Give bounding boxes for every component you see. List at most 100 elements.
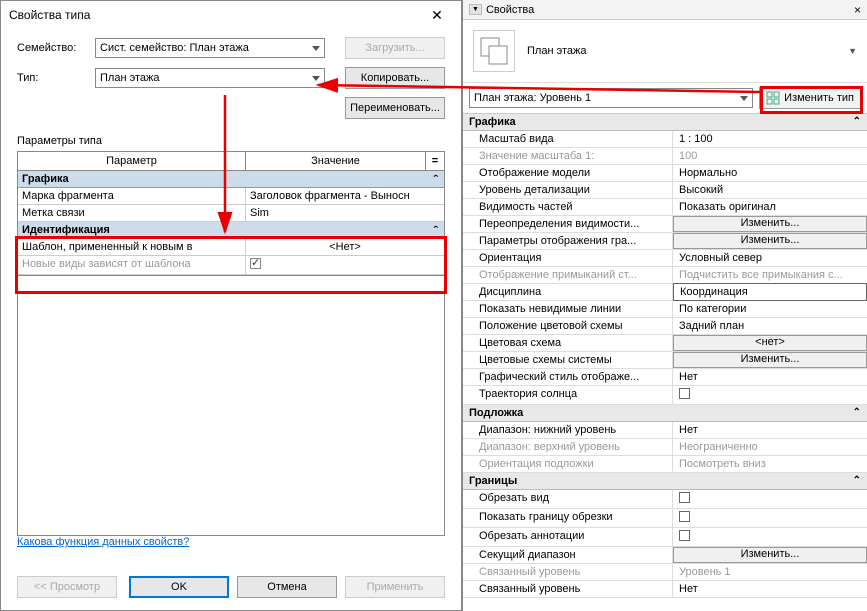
prop-row[interactable]: Связанный уровеньУровень 1 xyxy=(463,564,867,581)
prop-value[interactable]: Нет xyxy=(673,581,867,597)
prop-row[interactable]: ДисциплинаКоординация xyxy=(463,284,867,301)
param-value[interactable] xyxy=(246,256,444,274)
prop-value[interactable]: Нет xyxy=(673,422,867,438)
prop-value[interactable]: Координация xyxy=(673,283,867,301)
prop-value[interactable]: Условный север xyxy=(673,250,867,266)
prop-row[interactable]: Цветовая схема<нет> xyxy=(463,335,867,352)
prop-label: Обрезать аннотации xyxy=(463,528,673,546)
prop-value[interactable]: Уровень 1 xyxy=(673,564,867,580)
prop-label: Графический стиль отображе... xyxy=(463,369,673,385)
prop-value[interactable] xyxy=(673,490,867,508)
prop-value[interactable] xyxy=(673,509,867,527)
edit-type-button[interactable]: Изменить тип xyxy=(759,87,861,109)
param-group-header[interactable]: Идентификация xyxy=(18,222,444,239)
prop-group-header[interactable]: Границы xyxy=(463,473,867,490)
edit-button[interactable]: <нет> xyxy=(673,335,867,351)
type-selector[interactable]: План этажа ▼ xyxy=(463,20,867,83)
prop-row[interactable]: Диапазон: нижний уровеньНет xyxy=(463,422,867,439)
ok-button[interactable]: OK xyxy=(129,576,229,598)
dialog-title-text: Свойства типа xyxy=(9,8,90,22)
param-value[interactable]: <Нет> xyxy=(246,239,444,255)
col-eq[interactable]: = xyxy=(426,152,444,170)
prop-value[interactable]: Нет xyxy=(673,369,867,385)
prop-value[interactable]: Изменить... xyxy=(673,216,867,232)
prop-value[interactable]: Изменить... xyxy=(673,352,867,368)
prop-value[interactable]: Изменить... xyxy=(673,233,867,249)
prop-row[interactable]: Обрезать аннотации xyxy=(463,528,867,547)
prop-row[interactable]: Значение масштаба 1:100 xyxy=(463,148,867,165)
prop-row[interactable]: Обрезать вид xyxy=(463,490,867,509)
prop-group-header[interactable]: Графика xyxy=(463,114,867,131)
prop-value[interactable]: Неограниченно xyxy=(673,439,867,455)
param-group-header[interactable]: Графика xyxy=(18,171,444,188)
prop-value[interactable] xyxy=(673,528,867,546)
param-row[interactable]: Метка связиSim xyxy=(18,205,444,222)
prop-row[interactable]: Показать границу обрезки xyxy=(463,509,867,528)
edit-button[interactable]: Изменить... xyxy=(673,216,867,232)
checkbox[interactable] xyxy=(250,258,261,269)
prop-value[interactable]: Высокий xyxy=(673,182,867,198)
prop-value[interactable]: По категории xyxy=(673,301,867,317)
prop-row[interactable]: Переопределения видимости...Изменить... xyxy=(463,216,867,233)
type-properties-dialog: Свойства типа ✕ Семейство: Сист. семейст… xyxy=(0,0,462,611)
prop-row[interactable]: Отображение моделиНормально xyxy=(463,165,867,182)
prop-row[interactable]: Связанный уровеньНет xyxy=(463,581,867,598)
param-row[interactable]: Шаблон, примененный к новым в<Нет> xyxy=(18,239,444,256)
prop-row[interactable]: Показать невидимые линииПо категории xyxy=(463,301,867,318)
prop-value[interactable]: 1 : 100 xyxy=(673,131,867,147)
prop-row[interactable]: ОриентацияУсловный север xyxy=(463,250,867,267)
prop-value[interactable]: Посмотреть вниз xyxy=(673,456,867,472)
param-row[interactable]: Марка фрагментаЗаголовок фрагмента - Вын… xyxy=(18,188,444,205)
copy-button[interactable]: Копировать... xyxy=(345,67,445,89)
type-label: Тип: xyxy=(17,72,87,84)
prop-label: Показать границу обрезки xyxy=(463,509,673,527)
param-value[interactable]: Заголовок фрагмента - Выносн xyxy=(246,188,444,204)
close-icon[interactable]: × xyxy=(854,3,861,17)
prop-value[interactable]: Изменить... xyxy=(673,547,867,563)
help-link[interactable]: Какова функция данных свойств? xyxy=(17,536,445,548)
prop-row[interactable]: Графический стиль отображе...Нет xyxy=(463,369,867,386)
param-value[interactable]: Sim xyxy=(246,205,444,221)
prop-row[interactable]: Цветовые схемы системыИзменить... xyxy=(463,352,867,369)
prop-value[interactable]: Показать оригинал xyxy=(673,199,867,215)
checkbox[interactable] xyxy=(679,492,690,503)
prop-row[interactable]: Видимость частейПоказать оригинал xyxy=(463,199,867,216)
prop-row[interactable]: Положение цветовой схемыЗадний план xyxy=(463,318,867,335)
prop-label: Уровень детализации xyxy=(463,182,673,198)
col-value[interactable]: Значение xyxy=(246,152,426,170)
instance-combo[interactable]: План этажа: Уровень 1 xyxy=(469,88,753,108)
prop-row[interactable]: Параметры отображения гра...Изменить... xyxy=(463,233,867,250)
prop-row[interactable]: Отображение примыканий ст...Подчистить в… xyxy=(463,267,867,284)
checkbox[interactable] xyxy=(679,511,690,522)
edit-button[interactable]: Изменить... xyxy=(673,233,867,249)
type-combo[interactable]: План этажа xyxy=(95,68,325,88)
prop-value[interactable]: <нет> xyxy=(673,335,867,351)
checkbox[interactable] xyxy=(679,388,690,399)
param-row[interactable]: Новые виды зависят от шаблона xyxy=(18,256,444,275)
rename-button[interactable]: Переименовать... xyxy=(345,97,445,119)
prop-row[interactable]: Секущий диапазонИзменить... xyxy=(463,547,867,564)
family-combo[interactable]: Сист. семейство: План этажа xyxy=(95,38,325,58)
prop-row[interactable]: Ориентация подложкиПосмотреть вниз xyxy=(463,456,867,473)
edit-button[interactable]: Изменить... xyxy=(673,547,867,563)
col-param[interactable]: Параметр xyxy=(18,152,246,170)
edit-button[interactable]: Изменить... xyxy=(673,352,867,368)
cancel-button[interactable]: Отмена xyxy=(237,576,337,598)
prop-label: Положение цветовой схемы xyxy=(463,318,673,334)
prop-row[interactable]: Уровень детализацииВысокий xyxy=(463,182,867,199)
prop-value[interactable]: Задний план xyxy=(673,318,867,334)
param-label: Марка фрагмента xyxy=(18,188,246,204)
prop-value[interactable]: Подчистить все примыкания с... xyxy=(673,267,867,283)
prop-value[interactable] xyxy=(673,386,867,404)
prop-label: Цветовая схема xyxy=(463,335,673,351)
prop-group-header[interactable]: Подложка xyxy=(463,405,867,422)
prop-label: Связанный уровень xyxy=(463,564,673,580)
prop-row[interactable]: Масштаб вида1 : 100 xyxy=(463,131,867,148)
prop-row[interactable]: Диапазон: верхний уровеньНеограниченно xyxy=(463,439,867,456)
prop-row[interactable]: Траектория солнца xyxy=(463,386,867,405)
prop-value[interactable]: 100 xyxy=(673,148,867,164)
checkbox[interactable] xyxy=(679,530,690,541)
prop-value[interactable]: Нормально xyxy=(673,165,867,181)
close-icon[interactable]: ✕ xyxy=(421,3,453,27)
prop-label: Секущий диапазон xyxy=(463,547,673,563)
